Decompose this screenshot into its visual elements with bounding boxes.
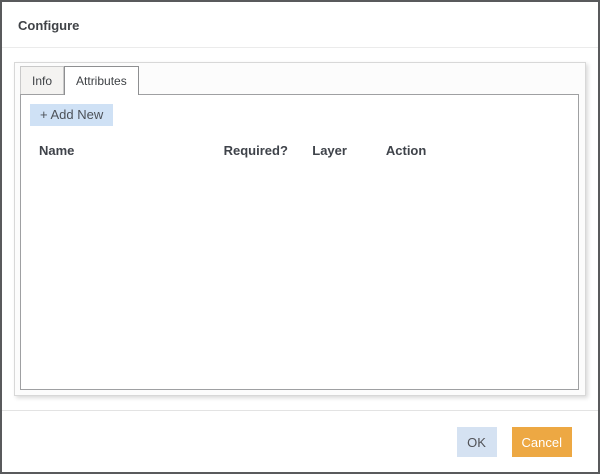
attributes-table-header-row: Name Required? Layer Action [39, 143, 578, 158]
dialog-title: Configure [2, 2, 598, 48]
tab-attributes[interactable]: Attributes [64, 66, 139, 95]
configure-dialog: Configure Info Attributes + Add New Name… [0, 0, 600, 474]
add-new-button[interactable]: + Add New [30, 104, 113, 126]
attributes-tab-content: + Add New Name Required? Layer Action [20, 94, 579, 390]
tab-info[interactable]: Info [20, 66, 64, 94]
column-header-action: Action [386, 143, 426, 158]
column-header-required: Required? [224, 143, 309, 158]
attributes-table-body-empty [21, 158, 578, 358]
column-header-name: Name [39, 143, 220, 158]
ok-button[interactable]: OK [457, 427, 497, 457]
tab-panel: Info Attributes + Add New Name Required?… [14, 62, 586, 396]
column-header-layer: Layer [312, 143, 382, 158]
tab-strip: Info Attributes [15, 63, 585, 94]
cancel-button[interactable]: Cancel [512, 427, 572, 457]
dialog-footer: OK Cancel [2, 410, 598, 472]
